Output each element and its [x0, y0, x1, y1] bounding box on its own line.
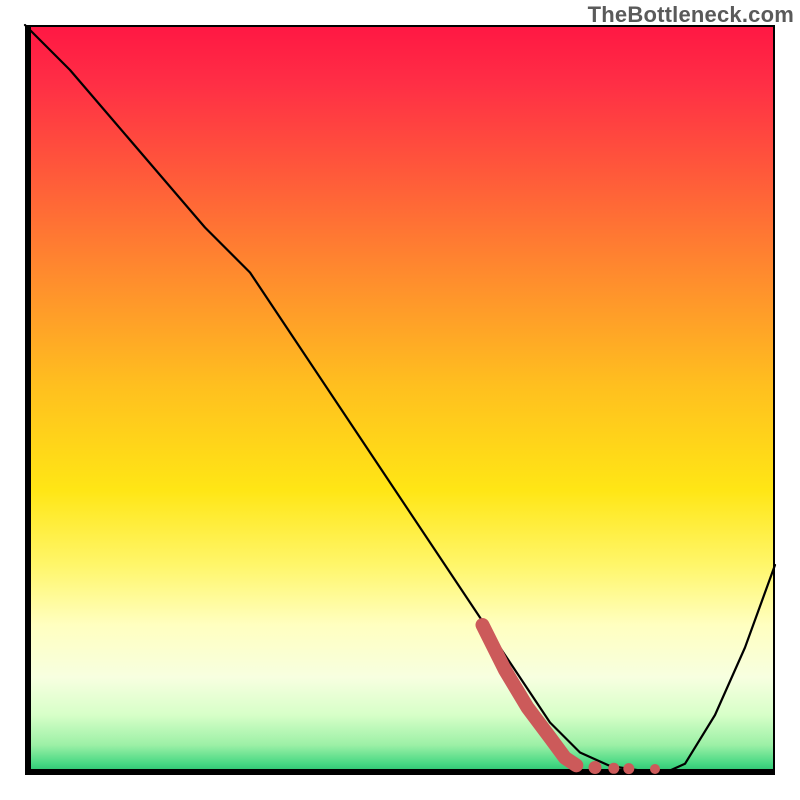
- highlight-dot: [608, 763, 619, 774]
- highlight-dot: [650, 764, 660, 774]
- bottleneck-curve: [25, 25, 775, 771]
- watermark-text: TheBottleneck.com: [588, 2, 794, 28]
- highlight-dot: [623, 763, 634, 774]
- highlight-dot: [589, 761, 602, 774]
- chart-svg: [25, 25, 775, 775]
- highlight-segment: [483, 625, 577, 765]
- chart-root: TheBottleneck.com: [0, 0, 800, 800]
- highlight-dots: [589, 761, 661, 774]
- plot-area: [25, 25, 775, 775]
